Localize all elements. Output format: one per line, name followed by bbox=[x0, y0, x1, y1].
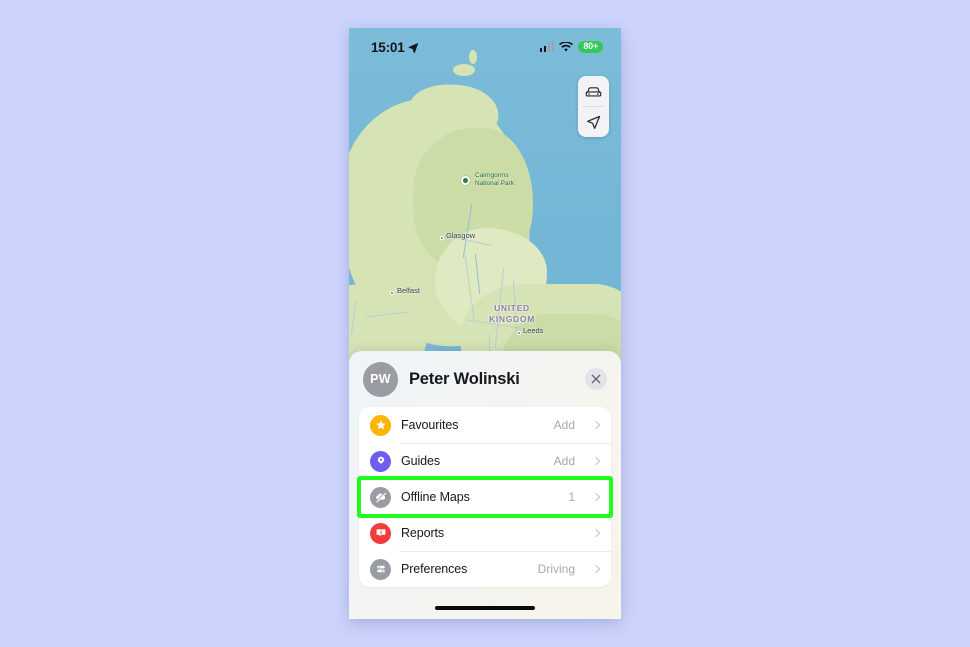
location-arrow-icon bbox=[408, 42, 418, 53]
wifi-icon bbox=[559, 41, 574, 51]
menu-item-label: Offline Maps bbox=[401, 490, 470, 504]
map-landmass bbox=[421, 328, 437, 339]
glasgow-dot bbox=[440, 236, 444, 240]
cairngorms-park-pin[interactable] bbox=[461, 176, 470, 185]
navigation-arrow-icon bbox=[587, 115, 601, 129]
menu-item-favourites[interactable]: Favourites Add bbox=[359, 407, 611, 443]
leeds-dot bbox=[517, 331, 521, 335]
park-label-line2: National Park bbox=[475, 180, 515, 187]
map-controls-panel bbox=[578, 76, 609, 137]
park-label-line1: Cairngorms bbox=[475, 172, 509, 179]
map-landmass bbox=[453, 64, 475, 76]
cellular-signal-icon bbox=[539, 41, 555, 52]
menu-item-preferences[interactable]: Preferences Driving bbox=[359, 551, 611, 587]
belfast-dot bbox=[390, 291, 394, 295]
menu-item-label: Preferences bbox=[401, 562, 468, 576]
offline-maps-icon bbox=[370, 486, 391, 508]
menu-item-guides[interactable]: Guides Add bbox=[359, 443, 611, 479]
car-icon bbox=[585, 86, 602, 97]
home-indicator bbox=[435, 606, 535, 610]
belfast-label: Belfast bbox=[397, 286, 420, 295]
chevron-right-icon bbox=[591, 420, 601, 430]
close-icon bbox=[591, 374, 601, 384]
locate-me-button[interactable] bbox=[578, 107, 609, 137]
report-alert-icon bbox=[370, 522, 391, 544]
preferences-icon bbox=[370, 558, 391, 580]
avatar[interactable]: PW bbox=[363, 361, 398, 397]
chevron-right-icon bbox=[591, 492, 601, 502]
guides-pin-icon bbox=[370, 450, 391, 472]
menu-item-value: Driving bbox=[537, 562, 575, 576]
star-icon bbox=[370, 414, 391, 436]
menu-item-value: Add bbox=[553, 418, 575, 432]
status-clock: 15:01 bbox=[371, 39, 405, 55]
country-label-line2: KINGDOM bbox=[489, 314, 535, 324]
menu-item-offline-maps[interactable]: Offline Maps 1 bbox=[359, 479, 611, 515]
menu-item-value: Add bbox=[553, 454, 575, 468]
battery-badge: 80+ bbox=[578, 40, 603, 54]
menu-card: Favourites Add Guides Add Offline Maps 1… bbox=[359, 407, 611, 587]
menu-item-reports[interactable]: Reports bbox=[359, 515, 611, 551]
country-label-line1: UNITED bbox=[494, 303, 530, 313]
user-name: Peter Wolinski bbox=[409, 369, 520, 388]
glasgow-label: Glasgow bbox=[446, 231, 476, 240]
driving-mode-button[interactable] bbox=[578, 76, 609, 106]
menu-item-label: Guides bbox=[401, 454, 441, 468]
chevron-right-icon bbox=[591, 456, 601, 466]
chevron-right-icon bbox=[591, 528, 601, 538]
profile-bottom-sheet: PW Peter Wolinski Favourites Add Guides … bbox=[349, 351, 621, 619]
leeds-label: Leeds bbox=[523, 326, 544, 335]
status-bar: 15:01 80+ bbox=[349, 28, 621, 62]
menu-item-label: Favourites bbox=[401, 418, 459, 432]
chevron-right-icon bbox=[591, 564, 601, 574]
menu-item-label: Reports bbox=[401, 526, 445, 540]
close-button[interactable] bbox=[585, 368, 607, 390]
sheet-header: PW Peter Wolinski bbox=[359, 351, 611, 407]
menu-item-value: 1 bbox=[568, 490, 575, 504]
phone-screen: Cairngorms National Park Glasgow Belfast… bbox=[349, 28, 621, 619]
